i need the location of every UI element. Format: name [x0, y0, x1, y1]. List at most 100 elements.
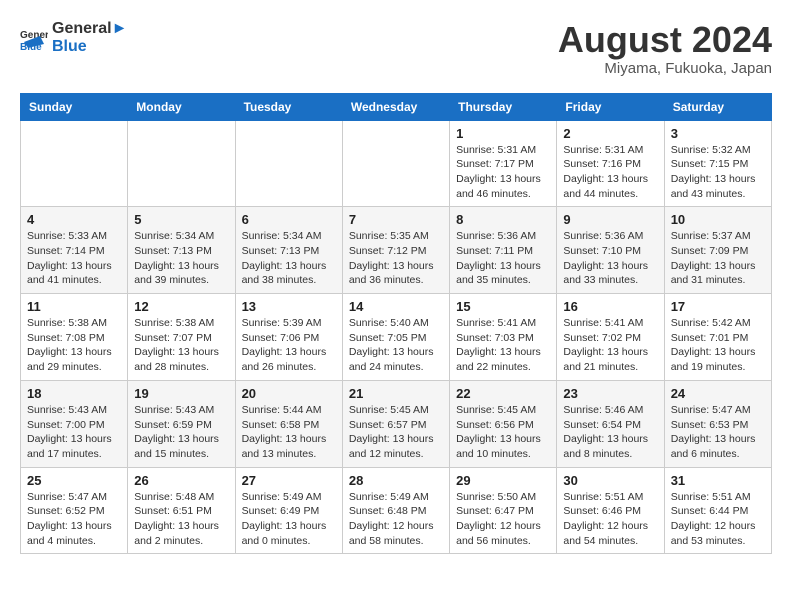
- day-number: 22: [456, 386, 550, 401]
- day-info: Sunrise: 5:51 AM Sunset: 6:46 PM Dayligh…: [563, 490, 657, 549]
- day-number: 23: [563, 386, 657, 401]
- day-info: Sunrise: 5:31 AM Sunset: 7:16 PM Dayligh…: [563, 143, 657, 202]
- day-number: 21: [349, 386, 443, 401]
- logo-icon: General Blue: [20, 24, 48, 52]
- calendar-cell: 1 Sunrise: 5:31 AM Sunset: 7:17 PM Daylig…: [450, 120, 557, 207]
- calendar-cell: 29 Sunrise: 5:50 AM Sunset: 6:47 PM Dayli…: [450, 467, 557, 554]
- day-number: 3: [671, 126, 765, 141]
- day-info: Sunrise: 5:51 AM Sunset: 6:44 PM Dayligh…: [671, 490, 765, 549]
- calendar-cell: 7Sunrise: 5:35 AM Sunset: 7:12 PM Daylig…: [342, 207, 449, 294]
- day-info: Sunrise: 5:43 AM Sunset: 7:00 PM Dayligh…: [27, 403, 121, 462]
- day-info: Sunrise: 5:38 AM Sunset: 7:07 PM Dayligh…: [134, 316, 228, 375]
- day-info: Sunrise: 5:34 AM Sunset: 7:13 PM Dayligh…: [242, 229, 336, 288]
- day-number: 14: [349, 299, 443, 314]
- day-info: Sunrise: 5:45 AM Sunset: 6:56 PM Dayligh…: [456, 403, 550, 462]
- calendar-cell: 4 Sunrise: 5:33 AM Sunset: 7:14 PM Daylig…: [21, 207, 128, 294]
- day-info: Sunrise: 5:43 AM Sunset: 6:59 PM Dayligh…: [134, 403, 228, 462]
- day-info: Sunrise: 5:38 AM Sunset: 7:08 PM Dayligh…: [27, 316, 121, 375]
- calendar-cell: 2 Sunrise: 5:31 AM Sunset: 7:16 PM Daylig…: [557, 120, 664, 207]
- calendar-cell: 24 Sunrise: 5:47 AM Sunset: 6:53 PM Dayli…: [664, 380, 771, 467]
- day-number: 25: [27, 473, 121, 488]
- day-info: Sunrise: 5:46 AM Sunset: 6:54 PM Dayligh…: [563, 403, 657, 462]
- day-number: 5: [134, 212, 228, 227]
- logo: General Blue General► Blue: [20, 20, 127, 55]
- day-number: 6: [242, 212, 336, 227]
- calendar-header-wednesday: Wednesday: [342, 93, 449, 120]
- day-number: 28: [349, 473, 443, 488]
- calendar-cell: 13 Sunrise: 5:39 AM Sunset: 7:06 PM Dayli…: [235, 294, 342, 381]
- calendar-cell: 20Sunrise: 5:44 AM Sunset: 6:58 PM Dayli…: [235, 380, 342, 467]
- day-info: Sunrise: 5:35 AM Sunset: 7:12 PM Dayligh…: [349, 229, 443, 288]
- day-info: Sunrise: 5:32 AM Sunset: 7:15 PM Dayligh…: [671, 143, 765, 202]
- calendar-cell: 23 Sunrise: 5:46 AM Sunset: 6:54 PM Dayli…: [557, 380, 664, 467]
- day-number: 4: [27, 212, 121, 227]
- calendar-header-tuesday: Tuesday: [235, 93, 342, 120]
- calendar-cell: 21 Sunrise: 5:45 AM Sunset: 6:57 PM Dayli…: [342, 380, 449, 467]
- day-number: 12: [134, 299, 228, 314]
- calendar-cell: 25Sunrise: 5:47 AM Sunset: 6:52 PM Dayli…: [21, 467, 128, 554]
- calendar-cell: 26Sunrise: 5:48 AM Sunset: 6:51 PM Dayli…: [128, 467, 235, 554]
- calendar-cell: 3 Sunrise: 5:32 AM Sunset: 7:15 PM Daylig…: [664, 120, 771, 207]
- day-number: 16: [563, 299, 657, 314]
- calendar-week-row: 25Sunrise: 5:47 AM Sunset: 6:52 PM Dayli…: [21, 467, 772, 554]
- page-header: General Blue General► Blue August 2024 M…: [20, 20, 772, 77]
- day-info: Sunrise: 5:41 AM Sunset: 7:03 PM Dayligh…: [456, 316, 550, 375]
- calendar-cell: 10 Sunrise: 5:37 AM Sunset: 7:09 PM Dayli…: [664, 207, 771, 294]
- calendar-cell: 12 Sunrise: 5:38 AM Sunset: 7:07 PM Dayli…: [128, 294, 235, 381]
- day-info: Sunrise: 5:31 AM Sunset: 7:17 PM Dayligh…: [456, 143, 550, 202]
- day-number: 24: [671, 386, 765, 401]
- day-number: 13: [242, 299, 336, 314]
- calendar-body: 1 Sunrise: 5:31 AM Sunset: 7:17 PM Daylig…: [21, 120, 772, 554]
- day-info: Sunrise: 5:40 AM Sunset: 7:05 PM Dayligh…: [349, 316, 443, 375]
- calendar-cell: 27Sunrise: 5:49 AM Sunset: 6:49 PM Dayli…: [235, 467, 342, 554]
- day-number: 8: [456, 212, 550, 227]
- month-title: August 2024: [558, 20, 772, 60]
- day-info: Sunrise: 5:49 AM Sunset: 6:48 PM Dayligh…: [349, 490, 443, 549]
- calendar-header-saturday: Saturday: [664, 93, 771, 120]
- day-number: 9: [563, 212, 657, 227]
- day-info: Sunrise: 5:47 AM Sunset: 6:53 PM Dayligh…: [671, 403, 765, 462]
- day-number: 11: [27, 299, 121, 314]
- day-info: Sunrise: 5:39 AM Sunset: 7:06 PM Dayligh…: [242, 316, 336, 375]
- calendar-cell: 18Sunrise: 5:43 AM Sunset: 7:00 PM Dayli…: [21, 380, 128, 467]
- calendar-cell: 17Sunrise: 5:42 AM Sunset: 7:01 PM Dayli…: [664, 294, 771, 381]
- calendar-week-row: 18Sunrise: 5:43 AM Sunset: 7:00 PM Dayli…: [21, 380, 772, 467]
- day-info: Sunrise: 5:45 AM Sunset: 6:57 PM Dayligh…: [349, 403, 443, 462]
- day-number: 1: [456, 126, 550, 141]
- day-info: Sunrise: 5:34 AM Sunset: 7:13 PM Dayligh…: [134, 229, 228, 288]
- calendar-cell: 22 Sunrise: 5:45 AM Sunset: 6:56 PM Dayli…: [450, 380, 557, 467]
- day-number: 10: [671, 212, 765, 227]
- day-info: Sunrise: 5:44 AM Sunset: 6:58 PM Dayligh…: [242, 403, 336, 462]
- calendar-header-sunday: Sunday: [21, 93, 128, 120]
- calendar-cell: 6 Sunrise: 5:34 AM Sunset: 7:13 PM Daylig…: [235, 207, 342, 294]
- day-info: Sunrise: 5:49 AM Sunset: 6:49 PM Dayligh…: [242, 490, 336, 549]
- day-number: 26: [134, 473, 228, 488]
- calendar-header-friday: Friday: [557, 93, 664, 120]
- logo-line2: Blue: [52, 38, 127, 56]
- day-info: Sunrise: 5:36 AM Sunset: 7:10 PM Dayligh…: [563, 229, 657, 288]
- calendar-header-row: SundayMondayTuesdayWednesdayThursdayFrid…: [21, 93, 772, 120]
- calendar-cell: 28 Sunrise: 5:49 AM Sunset: 6:48 PM Dayli…: [342, 467, 449, 554]
- day-info: Sunrise: 5:37 AM Sunset: 7:09 PM Dayligh…: [671, 229, 765, 288]
- calendar-cell: 19 Sunrise: 5:43 AM Sunset: 6:59 PM Dayli…: [128, 380, 235, 467]
- day-info: Sunrise: 5:36 AM Sunset: 7:11 PM Dayligh…: [456, 229, 550, 288]
- day-number: 2: [563, 126, 657, 141]
- logo-line1: General►: [52, 20, 127, 38]
- calendar-week-row: 11 Sunrise: 5:38 AM Sunset: 7:08 PM Dayli…: [21, 294, 772, 381]
- calendar-cell: [342, 120, 449, 207]
- calendar-cell: [235, 120, 342, 207]
- day-number: 30: [563, 473, 657, 488]
- day-number: 29: [456, 473, 550, 488]
- calendar-cell: 8 Sunrise: 5:36 AM Sunset: 7:11 PM Daylig…: [450, 207, 557, 294]
- day-info: Sunrise: 5:50 AM Sunset: 6:47 PM Dayligh…: [456, 490, 550, 549]
- calendar-cell: 30 Sunrise: 5:51 AM Sunset: 6:46 PM Dayli…: [557, 467, 664, 554]
- calendar-cell: 5 Sunrise: 5:34 AM Sunset: 7:13 PM Daylig…: [128, 207, 235, 294]
- day-number: 19: [134, 386, 228, 401]
- calendar-cell: 16Sunrise: 5:41 AM Sunset: 7:02 PM Dayli…: [557, 294, 664, 381]
- day-number: 31: [671, 473, 765, 488]
- calendar-cell: 14 Sunrise: 5:40 AM Sunset: 7:05 PM Dayli…: [342, 294, 449, 381]
- calendar-cell: [21, 120, 128, 207]
- title-block: August 2024 Miyama, Fukuoka, Japan: [558, 20, 772, 77]
- day-info: Sunrise: 5:33 AM Sunset: 7:14 PM Dayligh…: [27, 229, 121, 288]
- calendar-cell: 15Sunrise: 5:41 AM Sunset: 7:03 PM Dayli…: [450, 294, 557, 381]
